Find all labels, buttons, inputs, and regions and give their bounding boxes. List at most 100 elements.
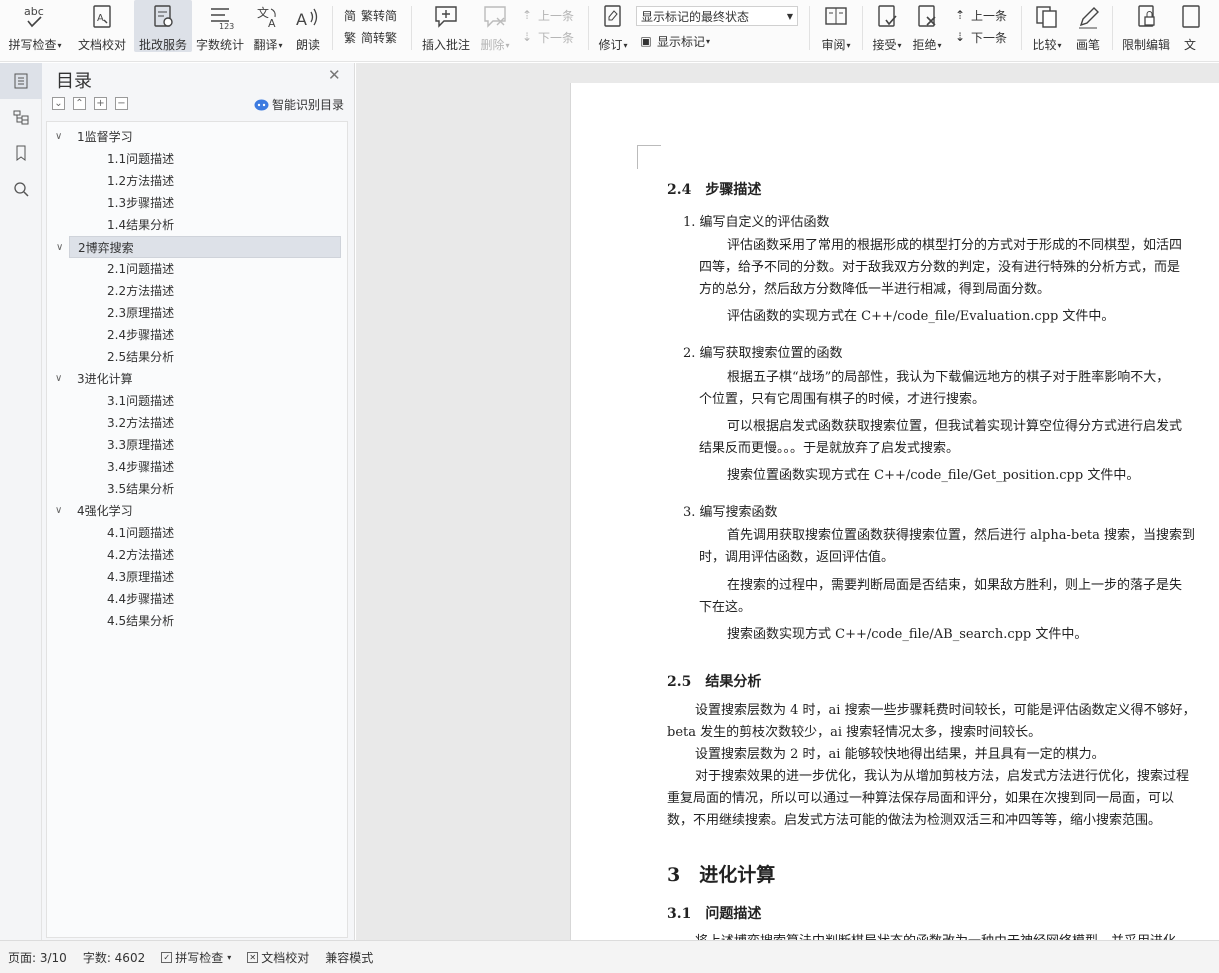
toc-section-item[interactable]: 2.1问题描述	[107, 258, 174, 280]
status-spell-check[interactable]: ✓ 拼写检查 ▾	[161, 949, 231, 966]
search-button[interactable]	[0, 171, 42, 207]
structure-button[interactable]	[0, 99, 42, 135]
add-heading-icon[interactable]: +	[94, 97, 107, 110]
toc-section-item[interactable]: 2.4步骤描述	[107, 324, 174, 346]
reject-button[interactable]: 拒绝▾	[907, 0, 947, 52]
read-aloud-button[interactable]: A 朗读	[288, 0, 328, 52]
toc-chapter-item[interactable]: ∨ 2博弈搜索	[56, 236, 341, 258]
toc-item-label: 1.3步骤描述	[107, 196, 175, 210]
toc-section-item[interactable]: 3.3原理描述	[107, 434, 174, 456]
paragraph: 数，不用继续搜索。启发式方法可能的做法为检测双活三和冲四等等，缩小搜索范围。	[667, 813, 1162, 828]
comment-nav-group: ⇡ 上一条 ⇣ 下一条	[514, 0, 584, 61]
toc-toggle-button[interactable]	[0, 63, 42, 99]
toc-item-label: 4.5结果分析	[107, 614, 175, 628]
word-count-icon: 123	[205, 3, 235, 31]
toc-section-item[interactable]: 3.2方法描述	[107, 412, 174, 434]
remove-heading-icon[interactable]: −	[115, 97, 128, 110]
heading-2-4: 2.4 步骤描述	[667, 182, 762, 198]
word-count-button[interactable]: 123 字数统计	[192, 0, 248, 52]
toc-chapter-item[interactable]: ∨ 4强化学习	[55, 500, 341, 522]
toc-chapter-item[interactable]: ∨ 3进化计算	[55, 368, 341, 390]
translate-button[interactable]: 文A 翻译▾	[248, 0, 288, 52]
paragraph: 重复局面的情况，所以可以通过一种算法保存局面和评分，如果在次搜到同一局面，可以	[667, 791, 1175, 806]
toc-section-item[interactable]: 4.3原理描述	[107, 566, 174, 588]
toc-item-label: 2博弈搜索	[78, 241, 134, 255]
chevron-down-icon[interactable]: ∨	[55, 126, 67, 148]
read-aloud-icon: A	[293, 3, 323, 31]
doc-proof-button[interactable]: A 文档校对	[70, 0, 134, 52]
word-count-indicator[interactable]: 字数: 4602	[83, 949, 145, 966]
toc-chapter-item[interactable]: ∨ 1监督学习	[55, 126, 341, 148]
compare-button[interactable]: 比较▾	[1026, 0, 1068, 52]
toc-item-label: 1.2方法描述	[107, 174, 175, 188]
chevron-down-icon[interactable]: ∨	[56, 237, 68, 259]
delete-comment-button[interactable]: 删除▾	[476, 0, 514, 52]
close-icon[interactable]: ✕	[328, 68, 342, 83]
toc-item-label: 1监督学习	[77, 130, 133, 144]
toc-list: ∨ 1监督学习 1.1问题描述 1.2方法描述 1.3步骤描述 1.4结果分析 ∨ 2博弈搜索…	[46, 121, 348, 938]
toc-section-item[interactable]: 1.1问题描述	[107, 148, 174, 170]
prev-change-button[interactable]: ⇡ 上一条	[950, 4, 1014, 26]
spell-check-button[interactable]: abc 拼写检查▾	[0, 0, 70, 52]
toc-item-label: 2.1问题描述	[107, 262, 175, 276]
doc-proof-icon: A	[87, 3, 117, 31]
toc-section-item[interactable]: 1.2方法描述	[107, 170, 174, 192]
paragraph: 设置搜索层数为 4 时，ai 搜索一些步骤耗费时间较长，可能是评估函数定义得不够…	[695, 703, 1196, 718]
paragraph: 首先调用获取搜索位置函数获得搜索位置，然后进行 alpha-beta 搜索，当搜…	[727, 528, 1196, 543]
collapse-all-icon[interactable]: ⌃	[73, 97, 86, 110]
toc-section-item[interactable]: 2.2方法描述	[107, 280, 174, 302]
trad-to-simp-button[interactable]: 简繁转简	[340, 4, 404, 26]
batch-service-icon	[148, 3, 178, 31]
list-item-2: 2. 编写获取搜索位置的函数	[683, 346, 843, 361]
toc-panel: 目录 ✕ ⌄ ⌃ + − 智能识别目录 ∨ 1监督学习 1.1问题描述 1.2方法描述…	[42, 63, 355, 940]
toc-section-item[interactable]: 3.5结果分析	[107, 478, 174, 500]
paragraph: 方的总分，然后敌方分数降低一半进行相减，得到局面分数。	[699, 282, 1051, 297]
toc-section-item[interactable]: 4.5结果分析	[107, 610, 174, 632]
batch-service-button[interactable]: 批改服务	[134, 0, 192, 52]
next-change-button[interactable]: ⇣ 下一条	[950, 26, 1014, 48]
pen-button[interactable]: 画笔	[1068, 0, 1108, 52]
simp-to-trad-button[interactable]: 繁简转繁	[340, 26, 404, 48]
toc-item-label: 3.4步骤描述	[107, 460, 175, 474]
toc-item-label: 4.3原理描述	[107, 570, 175, 584]
paragraph: 在搜索的过程中，需要判断局面是否结束，如果敌方胜利，则上一步的落子是失	[727, 578, 1183, 593]
doc-permission-button[interactable]: 文	[1175, 0, 1205, 52]
chevron-down-icon[interactable]: ∨	[55, 500, 67, 522]
toc-section-item[interactable]: 3.1问题描述	[107, 390, 174, 412]
change-nav-group: ⇡ 上一条 ⇣ 下一条	[947, 0, 1017, 61]
toc-section-item[interactable]: 2.5结果分析	[107, 346, 174, 368]
toc-section-item[interactable]: 3.4步骤描述	[107, 456, 174, 478]
toc-item-label: 4.2方法描述	[107, 548, 175, 562]
toc-section-item[interactable]: 1.4结果分析	[107, 214, 174, 236]
heading-2-5: 2.5 结果分析	[667, 674, 762, 690]
paragraph: 评估函数的实现方式在 C++/code_file/Evaluation.cpp …	[727, 309, 1115, 324]
markup-state-select[interactable]: 显示标记的最终状态 ▼	[636, 6, 798, 26]
accept-button[interactable]: 接受▾	[867, 0, 907, 52]
toc-item-label: 3.2方法描述	[107, 416, 175, 430]
paragraph: 四等，给予不同的分数。对于敌我双方分数的判定，没有进行特殊的分析方式，而是	[699, 260, 1181, 275]
chevron-down-icon[interactable]: ∨	[55, 368, 67, 390]
lock-icon	[1131, 3, 1161, 31]
toc-section-item[interactable]: 4.1问题描述	[107, 522, 174, 544]
smart-toc-button[interactable]: 智能识别目录	[254, 96, 344, 113]
ribbon-separator	[588, 6, 589, 50]
insert-comment-button[interactable]: 插入批注	[416, 0, 476, 52]
document-page[interactable]: 2.4 步骤描述 1. 编写自定义的评估函数 评估函数采用了常用的根据形成的棋型…	[570, 83, 1219, 940]
next-comment-button[interactable]: ⇣ 下一条	[517, 26, 581, 48]
review-button[interactable]: 审阅▾	[814, 0, 858, 52]
toc-tools: ⌄ ⌃ + −	[52, 97, 128, 110]
page-indicator[interactable]: 页面: 3/10	[8, 949, 67, 966]
show-markup-button[interactable]: ▣ 显示标记 ▾	[636, 30, 802, 52]
status-doc-proof[interactable]: ✕ 文档校对	[247, 949, 309, 966]
restrict-edit-button[interactable]: 限制编辑	[1117, 0, 1175, 52]
expand-all-icon[interactable]: ⌄	[52, 97, 65, 110]
toc-section-item[interactable]: 4.2方法描述	[107, 544, 174, 566]
prev-comment-button[interactable]: ⇡ 上一条	[517, 4, 581, 26]
toc-section-item[interactable]: 4.4步骤描述	[107, 588, 174, 610]
toc-item-label: 1.1问题描述	[107, 152, 175, 166]
revise-button[interactable]: 修订▾	[593, 0, 633, 52]
toc-section-item[interactable]: 2.3原理描述	[107, 302, 174, 324]
toc-section-item[interactable]: 1.3步骤描述	[107, 192, 174, 214]
document-area[interactable]: 2.4 步骤描述 1. 编写自定义的评估函数 评估函数采用了常用的根据形成的棋型…	[356, 63, 1219, 940]
bookmark-button[interactable]	[0, 135, 42, 171]
